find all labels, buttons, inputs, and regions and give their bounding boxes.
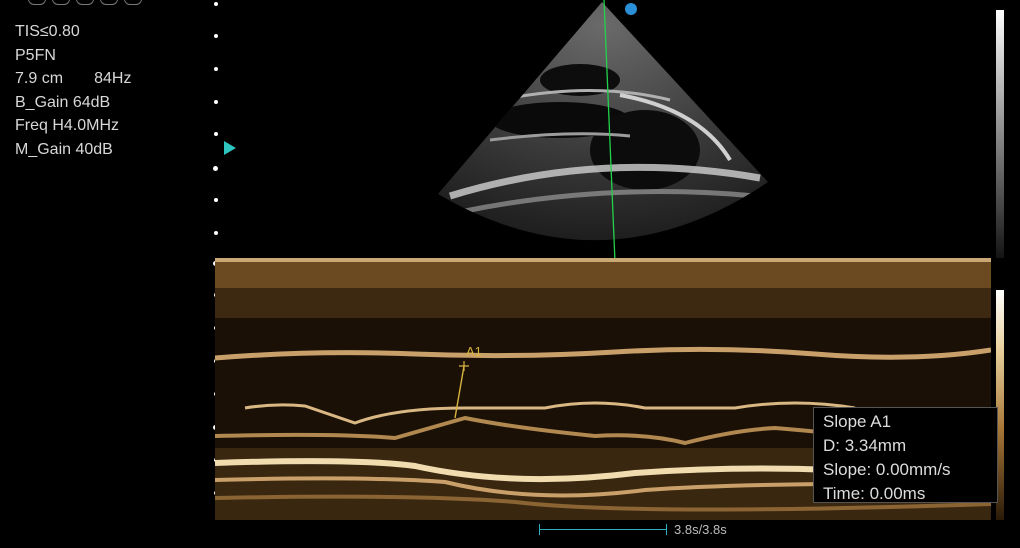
grayscale-bar	[996, 10, 1004, 258]
distance-value: D: 3.34mm	[823, 436, 907, 455]
tis-readout: TIS≤0.80	[15, 23, 80, 40]
measurement-title: Slope A1	[823, 412, 892, 431]
frequency-readout: Freq H4.0MHz	[15, 117, 120, 135]
m-mode-top-band	[215, 258, 991, 262]
time-value: Time: 0.00ms	[823, 484, 926, 503]
settings-icon[interactable]	[76, 0, 94, 5]
probe-readout: P5FN	[15, 46, 56, 64]
time-scale-label: 3.8s/3.8s	[674, 522, 727, 537]
b-gain-readout: B_Gain 64dB	[15, 93, 111, 111]
hand-icon[interactable]	[100, 0, 118, 5]
m-gain-readout: M_Gain 40dB	[15, 140, 113, 158]
focus-marker-icon[interactable]	[224, 141, 236, 155]
toolbar-icons	[28, 0, 142, 5]
slope-value: Slope: 0.00mm/s	[823, 460, 951, 479]
time-scale-bar	[539, 524, 667, 535]
orientation-marker-icon	[625, 3, 637, 15]
depth-framerate-readout: 7.9 cm 84Hz	[15, 70, 132, 88]
probe-icon[interactable]	[28, 0, 46, 5]
cine-icon[interactable]	[52, 0, 70, 5]
measurement-results-panel: Slope A1 D: 3.34mm Slope: 0.00mm/s Time:…	[813, 407, 998, 503]
capture-icon[interactable]	[124, 0, 142, 5]
caliper-label: A1	[466, 344, 482, 359]
imaging-parameters: TIS≤0.80 P5FN 7.9 cm 84Hz B_Gain 64dB Fr…	[15, 20, 131, 162]
b-mode-image	[438, 0, 768, 262]
